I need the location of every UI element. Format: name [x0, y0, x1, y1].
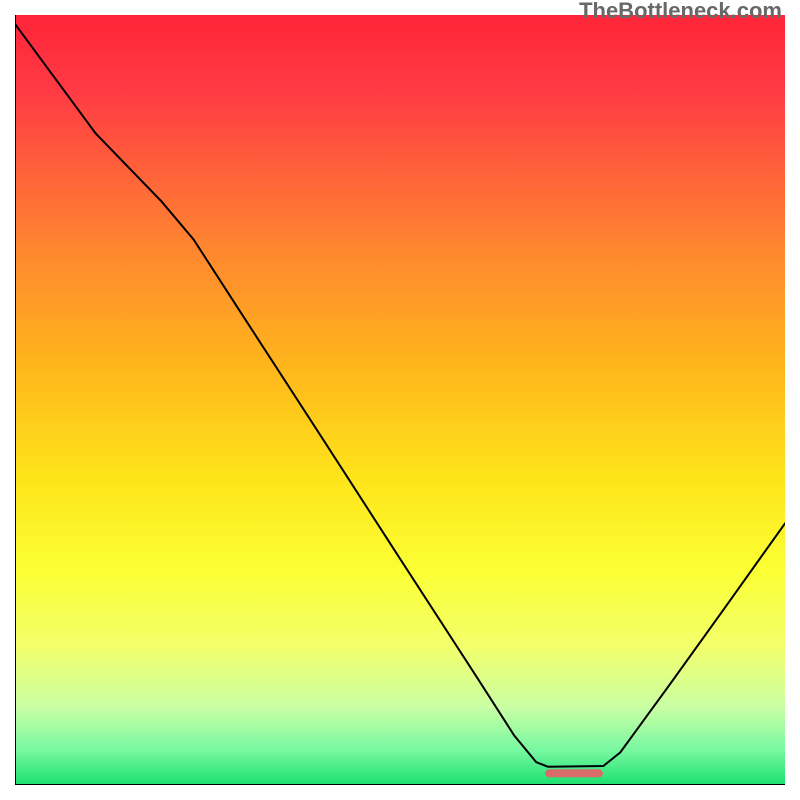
- watermark-label: TheBottleneck.com: [579, 0, 782, 24]
- bottleneck-chart: [15, 15, 785, 785]
- optimal-marker: [545, 769, 603, 777]
- gradient-field: [15, 15, 785, 785]
